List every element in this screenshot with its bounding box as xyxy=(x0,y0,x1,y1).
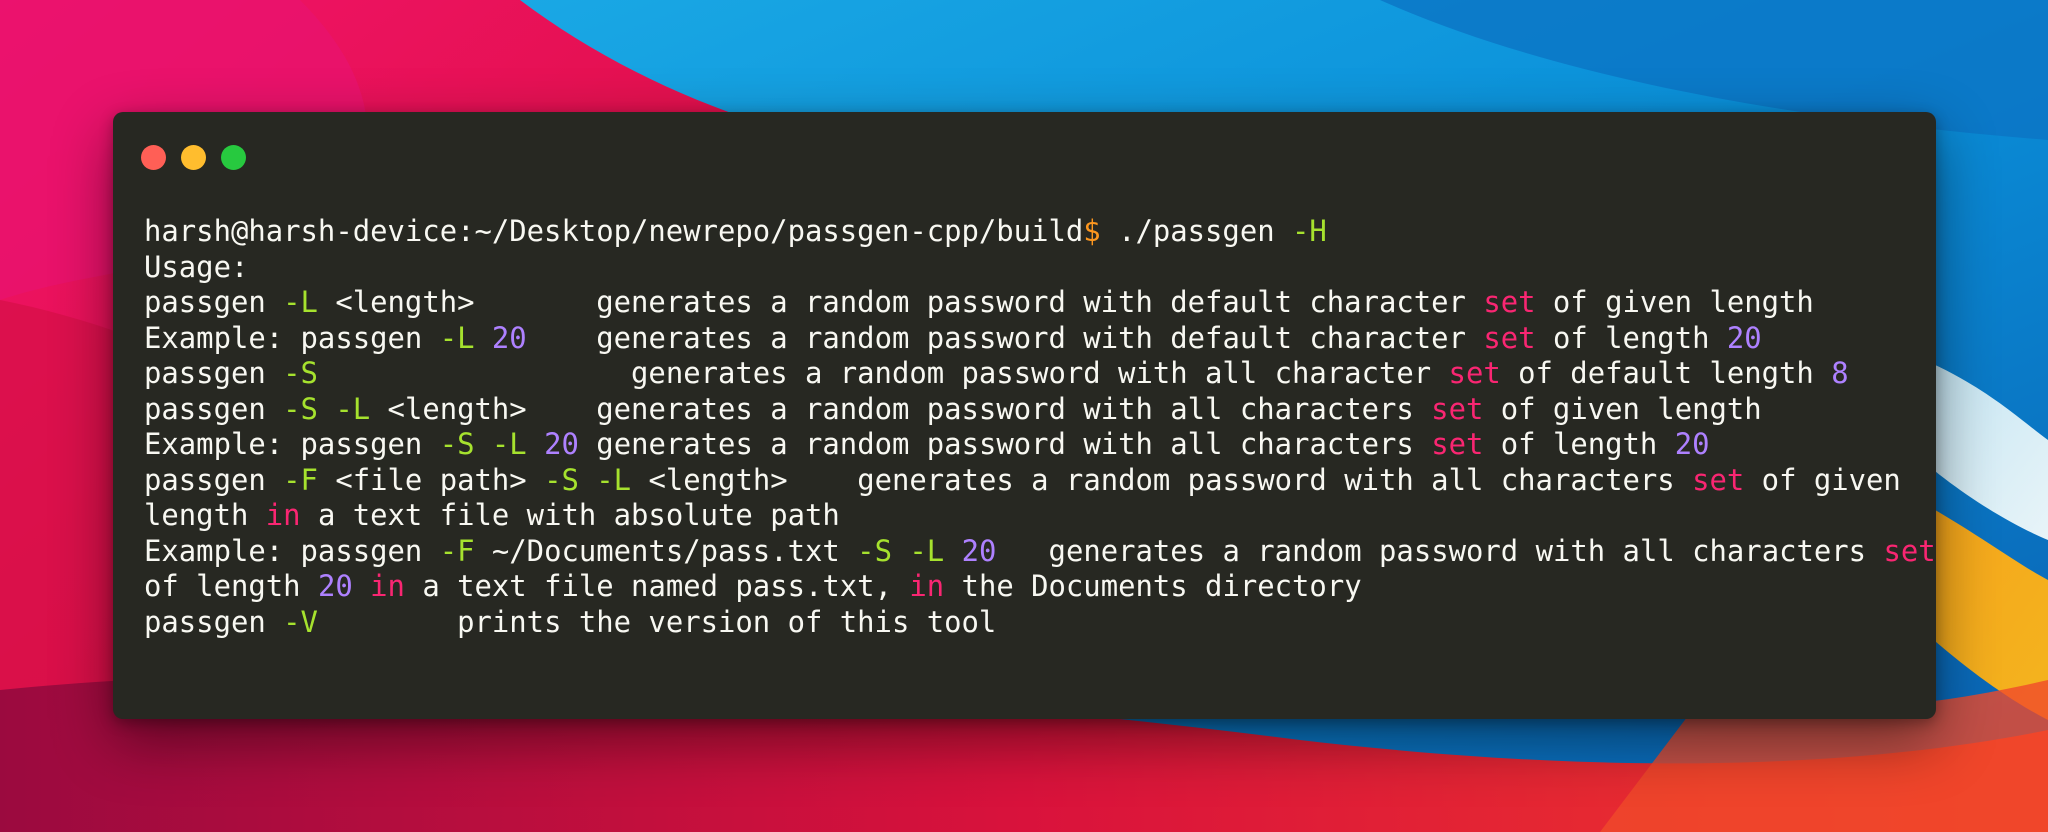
terminal-segment-num: 20 xyxy=(1674,427,1710,461)
terminal-segment-flag: -V xyxy=(283,604,318,639)
terminal-line: harsh@harsh-device:~/Desktop/newrepo/pas… xyxy=(144,214,1924,250)
terminal-segment-kw: in xyxy=(265,498,301,532)
terminal-segment-text: of length xyxy=(1535,320,1727,355)
terminal-segment-text: passgen xyxy=(144,604,284,639)
terminal-segment-text: generates a random password with all cha… xyxy=(317,356,1449,390)
terminal-segment-text: of length xyxy=(1483,427,1675,461)
terminal-segment-text xyxy=(579,463,596,497)
terminal-segment-kw: set xyxy=(1448,356,1501,390)
terminal-segment-flag: -L xyxy=(335,391,371,426)
terminal-segment-text: of default length xyxy=(1500,356,1832,390)
terminal-segment-text: Example: passgen xyxy=(144,427,440,461)
terminal-output[interactable]: harsh@harsh-device:~/Desktop/newrepo/pas… xyxy=(144,214,1936,641)
terminal-line: passgen -V prints the version of this to… xyxy=(144,605,1924,641)
terminal-segment-text: a text file named pass.txt, xyxy=(404,569,910,603)
terminal-segment-flag: -L xyxy=(491,427,527,461)
terminal-line: Example: passgen -F ~/Documents/pass.txt… xyxy=(144,533,1936,570)
terminal-segment-num: 20 xyxy=(961,533,997,568)
terminal-line: Usage: xyxy=(144,250,1924,286)
terminal-window[interactable]: harsh@harsh-device:~/Desktop/newrepo/pas… xyxy=(113,112,1936,719)
terminal-segment-text: of given length xyxy=(1535,285,1814,319)
terminal-line: passgen -F <file path> -S -L <length> ge… xyxy=(144,463,1924,499)
terminal-line: passgen -S -L <length> generates a rando… xyxy=(144,392,1924,428)
terminal-segment-num: 8 xyxy=(1831,356,1849,390)
terminal-segment-text: ~/Documents/pass.txt xyxy=(474,533,858,568)
terminal-line: passgen -L <length> generates a random p… xyxy=(144,285,1924,321)
terminal-segment-text: passgen xyxy=(144,391,284,426)
terminal-segment-text: <file path> xyxy=(317,462,545,497)
terminal-segment-flag: -F xyxy=(439,533,475,568)
terminal-segment-kw: set xyxy=(1431,391,1484,426)
terminal-line: length in a text file with absolute path xyxy=(144,498,1924,534)
terminal-segment-text: the Documents directory xyxy=(944,569,1362,603)
terminal-segment-flag: -L xyxy=(283,285,318,319)
terminal-segment-kw: set xyxy=(1692,462,1745,497)
terminal-segment-text: Usage: xyxy=(144,249,249,284)
terminal-segment-text: passgen xyxy=(144,356,284,390)
terminal-segment-flag: -F xyxy=(283,462,318,497)
terminal-segment-num: 20 xyxy=(317,569,353,603)
terminal-segment-flag: -S xyxy=(283,391,318,426)
terminal-segment-num: 20 xyxy=(491,320,527,355)
terminal-segment-flag: -S xyxy=(857,533,892,568)
terminal-segment-text: passgen xyxy=(144,285,284,319)
terminal-segment-kw: in xyxy=(370,569,405,603)
terminal-segment-flag: -S xyxy=(439,427,475,461)
terminal-segment-text xyxy=(944,534,961,568)
terminal-segment-flag: -L xyxy=(439,320,475,355)
terminal-segment-flag: -L xyxy=(596,462,632,497)
terminal-segment-text xyxy=(527,427,544,461)
terminal-segment-text xyxy=(892,534,909,568)
terminal-segment-text: generates a random password with default… xyxy=(526,320,1484,355)
terminal-segment-text: <length> generates a random password wit… xyxy=(631,462,1693,497)
terminal-segment-num: 20 xyxy=(544,427,579,461)
terminal-segment-text xyxy=(475,321,492,355)
terminal-segment-text xyxy=(353,569,370,603)
terminal-segment-flag: -H xyxy=(1292,214,1327,248)
terminal-line: Example: passgen -S -L 20 generates a ra… xyxy=(144,427,1924,463)
terminal-segment-text: generates a random password with all cha… xyxy=(578,427,1432,461)
terminal-segment-text: <length> generates a random password wit… xyxy=(370,391,1432,426)
close-button[interactable] xyxy=(141,145,166,170)
terminal-segment-flag: -L xyxy=(909,533,945,568)
terminal-segment-prompt: $ xyxy=(1083,214,1101,248)
terminal-segment-text: generates a random password with all cha… xyxy=(996,533,1884,568)
terminal-segment-text: ./passgen xyxy=(1100,214,1293,248)
terminal-segment-text xyxy=(318,392,335,426)
terminal-segment-kw: in xyxy=(909,569,945,603)
terminal-segment-num: 20 xyxy=(1726,320,1762,355)
terminal-segment-text: of length xyxy=(144,569,318,603)
minimize-button[interactable] xyxy=(181,145,206,170)
terminal-segment-flag: -S xyxy=(544,462,579,497)
terminal-segment-text: of given xyxy=(1744,462,1901,497)
terminal-line: of length 20 in a text file named pass.t… xyxy=(144,569,1924,605)
terminal-segment-text xyxy=(475,427,492,461)
terminal-segment-text: a text file with absolute path xyxy=(300,498,840,532)
terminal-segment-text: <length> generates a random password wit… xyxy=(317,285,1484,319)
terminal-segment-text: prints the version of this tool xyxy=(317,604,997,639)
terminal-segment-flag: -S xyxy=(283,356,318,390)
terminal-line: Example: passgen -L 20 generates a rando… xyxy=(144,321,1924,357)
terminal-segment-text: harsh@harsh-device:~/Desktop/newrepo/pas… xyxy=(144,214,1084,248)
terminal-segment-kw: set xyxy=(1483,320,1536,355)
terminal-segment-text: passgen xyxy=(144,462,284,497)
terminal-segment-text: Example: passgen xyxy=(144,533,440,568)
terminal-line: passgen -S generates a random password w… xyxy=(144,356,1924,392)
terminal-segment-text: length xyxy=(144,498,266,532)
terminal-segment-kw: set xyxy=(1431,427,1484,461)
zoom-button[interactable] xyxy=(221,145,246,170)
terminal-segment-kw: set xyxy=(1883,533,1936,568)
terminal-segment-text: Example: passgen xyxy=(144,320,440,355)
terminal-segment-kw: set xyxy=(1483,285,1536,319)
window-titlebar[interactable] xyxy=(113,112,1936,172)
terminal-segment-text: of given length xyxy=(1483,391,1762,426)
